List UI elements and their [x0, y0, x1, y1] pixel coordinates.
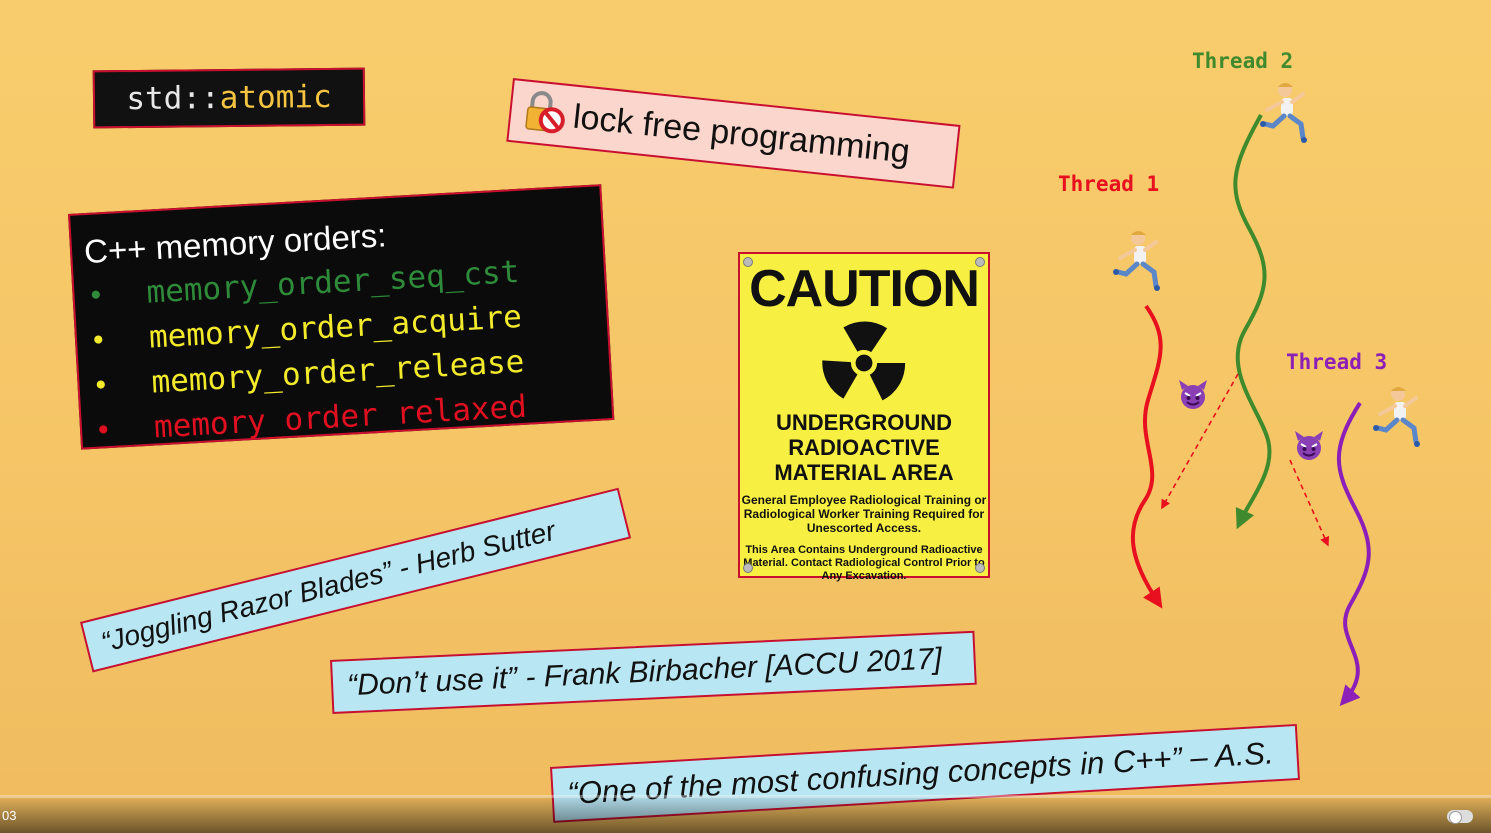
- atomic-keyword: atomic: [219, 78, 332, 117]
- locked-prohibited-icon: [525, 91, 565, 134]
- bullet-icon: •: [92, 322, 105, 357]
- screw-icon: [975, 257, 985, 267]
- video-progress-bar[interactable]: [0, 795, 1491, 798]
- quote-text: “Joggling Razor Blades” - Herb Sutter: [97, 514, 559, 658]
- thread-3-line: [1336, 401, 1371, 707]
- threads-diagram: [1113, 83, 1420, 707]
- caution-training-text: General Employee Radiological Training o…: [741, 493, 987, 535]
- devil-icon: [1295, 431, 1323, 460]
- lock-free-text: lock free programming: [571, 97, 912, 171]
- video-controls-bar: [0, 796, 1491, 833]
- caution-area-heading: UNDERGROUND RADIOACTIVE MATERIAL AREA: [740, 410, 988, 485]
- bullet-icon: •: [89, 277, 102, 312]
- interference-arrow: [1289, 459, 1330, 547]
- quote-text: “Don’t use it” - Frank Birbacher [ACCU 2…: [346, 642, 943, 703]
- bullet-icon: •: [94, 367, 107, 402]
- memory-orders-box: C++ memory orders: • memory_order_seq_cs…: [68, 184, 615, 450]
- std-atomic-label: std:: atomic: [92, 67, 366, 129]
- runner-icon: [1373, 387, 1420, 447]
- caution-sign: CAUTION UNDERGROUND RADIOACTIVE MATERIAL…: [738, 252, 990, 582]
- devil-icon: [1179, 380, 1207, 409]
- screw-icon: [743, 257, 753, 267]
- atomic-namespace: std::: [126, 80, 220, 118]
- lock-free-programming-card: lock free programming: [506, 78, 961, 189]
- caution-excavation-text: This Area Contains Underground Radioacti…: [743, 544, 985, 582]
- screw-icon: [975, 563, 985, 573]
- quote-frank-birbacher: “Don’t use it” - Frank Birbacher [ACCU 2…: [330, 630, 977, 714]
- radiation-icon: [822, 321, 906, 401]
- thread-2-line: [1233, 114, 1272, 530]
- caution-area-line: MATERIAL AREA: [774, 460, 954, 485]
- runner-icon: [1260, 83, 1307, 143]
- caution-title: CAUTION: [749, 260, 980, 318]
- quote-herb-sutter: “Joggling Razor Blades” - Herb Sutter: [80, 487, 632, 673]
- caution-area-line: RADIOACTIVE: [788, 435, 940, 460]
- autoplay-toggle-knob[interactable]: [1449, 811, 1462, 824]
- bullet-icon: •: [97, 412, 110, 447]
- runner-icon: [1113, 231, 1160, 291]
- video-timecode: 03: [2, 808, 17, 823]
- screw-icon: [743, 563, 753, 573]
- caution-area-line: UNDERGROUND: [776, 410, 952, 435]
- thread-1-line: [1131, 304, 1163, 609]
